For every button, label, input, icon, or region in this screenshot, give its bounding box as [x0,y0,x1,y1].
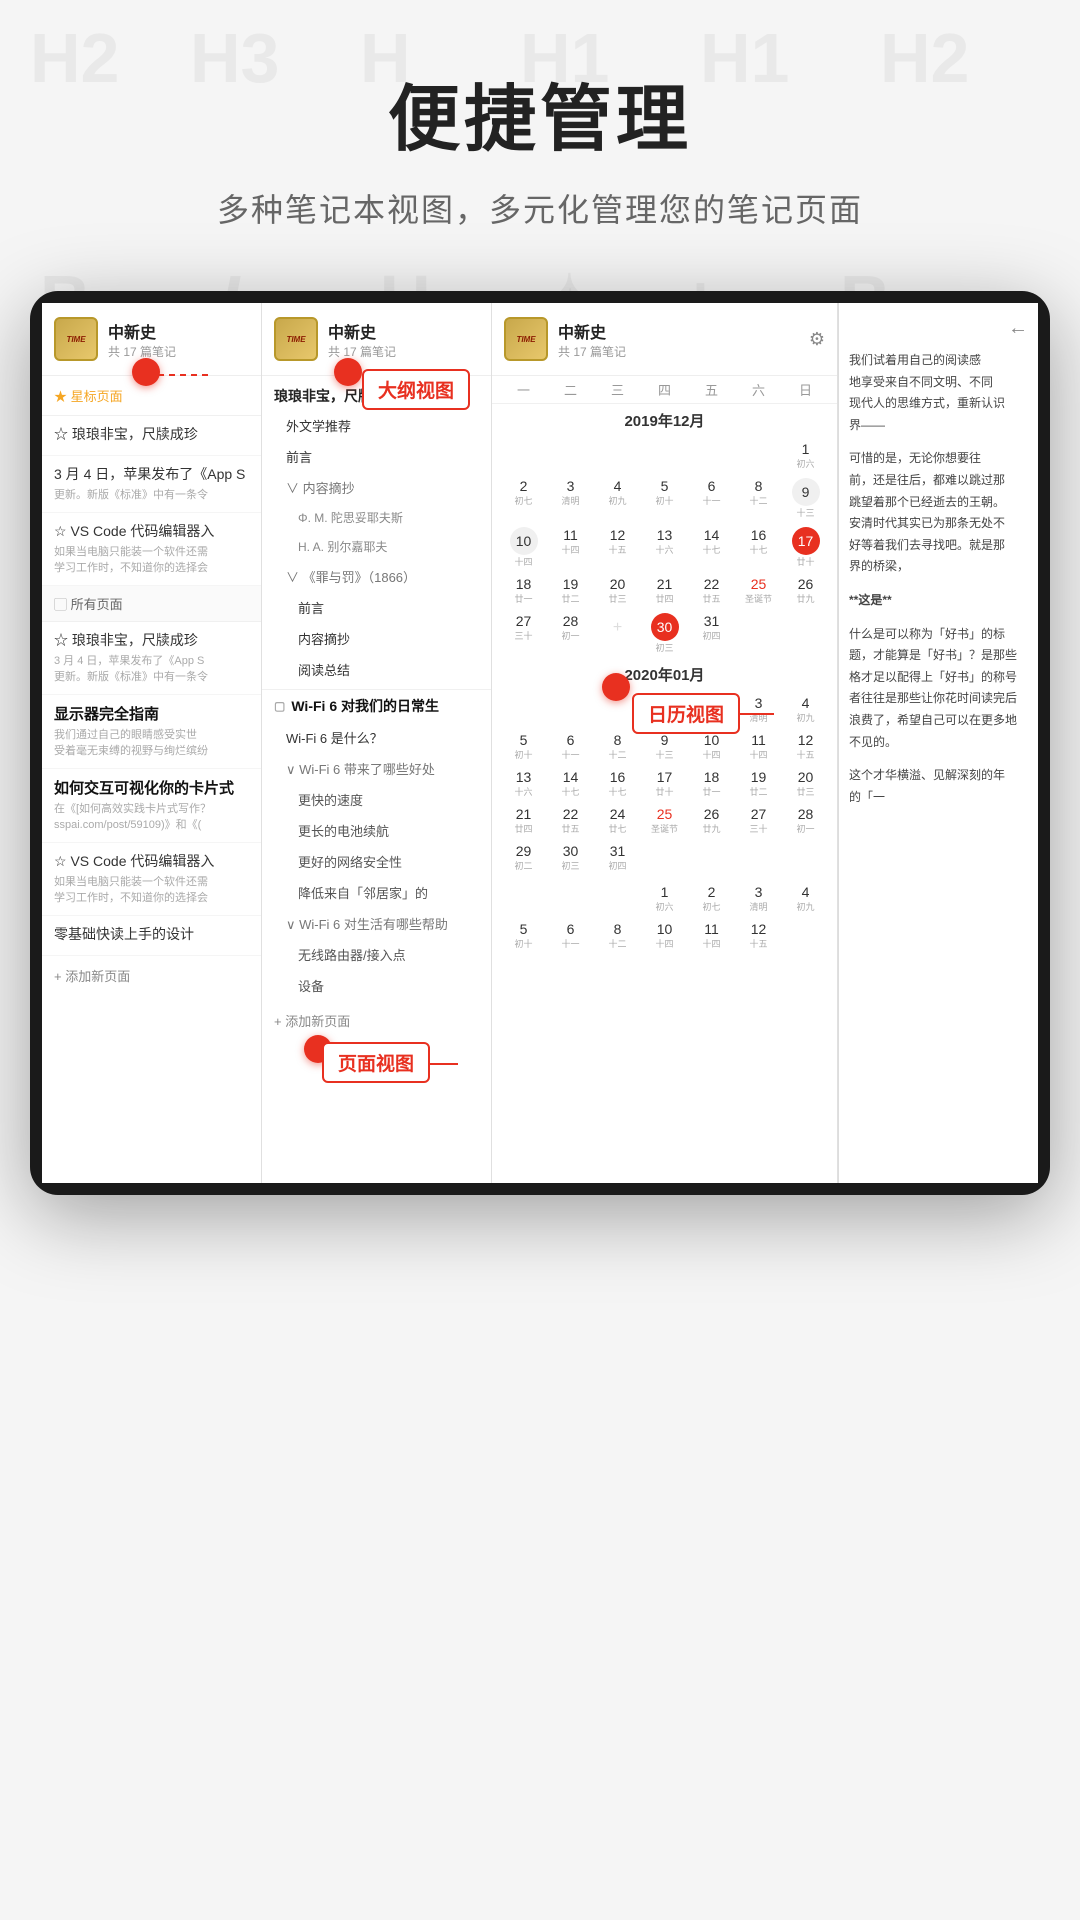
panel-calendar-view: TIME 中新史 共 17 篇笔记 ⚙ 一 二 三 四 五 六 日 [492,303,838,1183]
notebook-cover-3: TIME [504,317,548,361]
outline-collapse[interactable]: ∨ 内容摘抄 [262,472,491,503]
outline-collapse[interactable]: ∨ Wi-Fi 6 对生活有哪些帮助 [262,908,491,939]
cursor-dot-2-top [334,358,362,386]
tablet-frame: TIME 中新史 共 17 篇笔记 ★ 星标页面 ☆ 琅琅非宝，尺牍成珍 3 月… [30,291,1050,1195]
add-page-btn-2[interactable]: + 添加新页面 [262,1001,491,1040]
notebook-cover-2: TIME [274,317,318,361]
calendar-month-dec: 2019年12月 [492,404,837,437]
notebook-count-3: 共 17 篇笔记 [558,343,809,360]
outline-item[interactable]: Wi-Fi 6 是什么？ [262,722,491,753]
list-item[interactable]: ☆ 琅琅非宝，尺牍成珍 [42,416,261,456]
cursor-dot-1 [132,358,160,386]
panel-reading-view: ← 我们试着用自己的阅读感地享受来自不同文明、不同现代人的思维方式，重新认识界—… [838,303,1038,1183]
main-content: 便捷管理 多种笔记本视图，多元化管理您的笔记页面 TIME 中新史 共 17 篇… [0,0,1080,1195]
page-view-label: 页面视图 [322,1042,430,1083]
panel3-header: TIME 中新史 共 17 篇笔记 ⚙ [492,303,837,376]
cursor-dot-3 [602,673,630,701]
calendar-days-next: 1初六 2初七 3清明 4初九 5初十 6十一 8十二 10十四 11十四 12… [492,880,837,954]
outline-item[interactable]: 降低来自「邻居家」的 [262,877,491,908]
reading-text-5: 这个才华横溢、见解深刻的年的「一 [849,765,1028,808]
outline-item: Φ. M. 陀思妥耶夫斯 [262,503,491,532]
outline-item[interactable]: 前言 [262,592,491,623]
notebook-count-1: 共 17 篇笔记 [108,343,176,360]
reading-text-3: **这是** [849,590,1028,612]
notebook-title-1: 中新史 [108,319,176,343]
notebook-count-2: 共 17 篇笔记 [328,343,396,360]
panel-outline-view: TIME 中新史 共 17 篇笔记 琅琅非宝，尺牍成珍 外文学推荐 前言 ∨ 内… [262,303,492,1183]
outline-item[interactable]: 前言 [262,441,491,472]
list-item[interactable]: 3 月 4 日，苹果发布了《App S 更新。新版《标准》中有一条令 [42,456,261,513]
back-arrow[interactable]: ← [1008,317,1028,340]
reading-text-4: 什么是可以称为「好书」的标题，才能算是「好书」？是那些格才足以配得上「好书」的称… [849,624,1028,754]
outline-item[interactable]: 设备 [262,970,491,1001]
list-item[interactable]: ☆ VS Code 代码编辑器入 如果当电脑只能装一个软件还需学习工作时，不知道… [42,843,261,916]
notebook-title-2: 中新史 [328,319,396,343]
list-item[interactable]: 如何交互可视化你的卡片式 在《[如何高效实践卡片式写作？sspai.com/po… [42,769,261,843]
add-page-btn-1[interactable]: + 添加新页面 [42,956,261,995]
page-title: 便捷管理 [388,60,692,165]
calendar-nav-row: 一 二 三 四 五 六 日 [492,376,837,404]
calendar-month-jan: 2020年01月 [492,658,837,691]
list-item[interactable]: 零基础快读上手的设计 [42,916,261,956]
outline-item-page[interactable]: ▢ Wi-Fi 6 对我们的日常生 [262,689,491,722]
outline-view-label: 大纲视图 [362,369,470,410]
outline-item[interactable]: 更快的速度 [262,784,491,815]
list-item[interactable]: ☆ VS Code 代码编辑器入 如果当电脑只能装一个软件还需学习工作时，不知道… [42,513,261,586]
outline-item[interactable]: 更好的网络安全性 [262,846,491,877]
list-item[interactable]: ☆ 琅琅非宝，尺牍成珍 3 月 4 日，苹果发布了《App S更新。新版《标准》… [42,622,261,695]
calendar-view-label: 日历视图 [632,693,774,734]
outline-item[interactable]: 无线路由器/接入点 [262,939,491,970]
device-mockup: TIME 中新史 共 17 篇笔记 ★ 星标页面 ☆ 琅琅非宝，尺牍成珍 3 月… [30,291,1050,1195]
outline-collapse[interactable]: ∨ Wi-Fi 6 带来了哪些好处 [262,753,491,784]
notebook-cover-1: TIME [54,317,98,361]
outline-item: H. A. 别尔嘉耶夫 [262,532,491,561]
outline-item[interactable]: 外文学推荐 [262,410,491,441]
notebook-title-3: 中新史 [558,319,809,343]
calendar-days-dec: 1初六 2初七 3清明 4初九 5初十 6十一 8十二 9十三 10十四 11十… [492,437,837,658]
all-pages-section: ▢ 所有页面 [42,586,261,622]
reading-text-2: 可惜的是，无论你想要往前，还是往后，都难以跳过那跳望着那个已经逝去的王朝。安清时… [849,448,1028,578]
reading-text-1: 我们试着用自己的阅读感地享受来自不同文明、不同现代人的思维方式，重新认识界—— [849,350,1028,436]
list-item[interactable]: 显示器完全指南 我们通过自己的眼睛感受实世受着毫无束缚的视野与绚烂缤纷 [42,695,261,769]
panel-list-view: TIME 中新史 共 17 篇笔记 ★ 星标页面 ☆ 琅琅非宝，尺牍成珍 3 月… [42,303,262,1183]
dashed-line-1 [158,374,208,376]
outline-item[interactable]: 内容摘抄 [262,623,491,654]
panel2-header: TIME 中新史 共 17 篇笔记 [262,303,491,376]
page-subtitle: 多种笔记本视图，多元化管理您的笔记页面 [217,185,863,231]
outline-collapse[interactable]: ∨ 《罪与罚》（1866） [262,561,491,592]
settings-icon[interactable]: ⚙ [809,329,825,350]
outline-item[interactable]: 阅读总结 [262,654,491,685]
outline-item[interactable]: 更长的电池续航 [262,815,491,846]
